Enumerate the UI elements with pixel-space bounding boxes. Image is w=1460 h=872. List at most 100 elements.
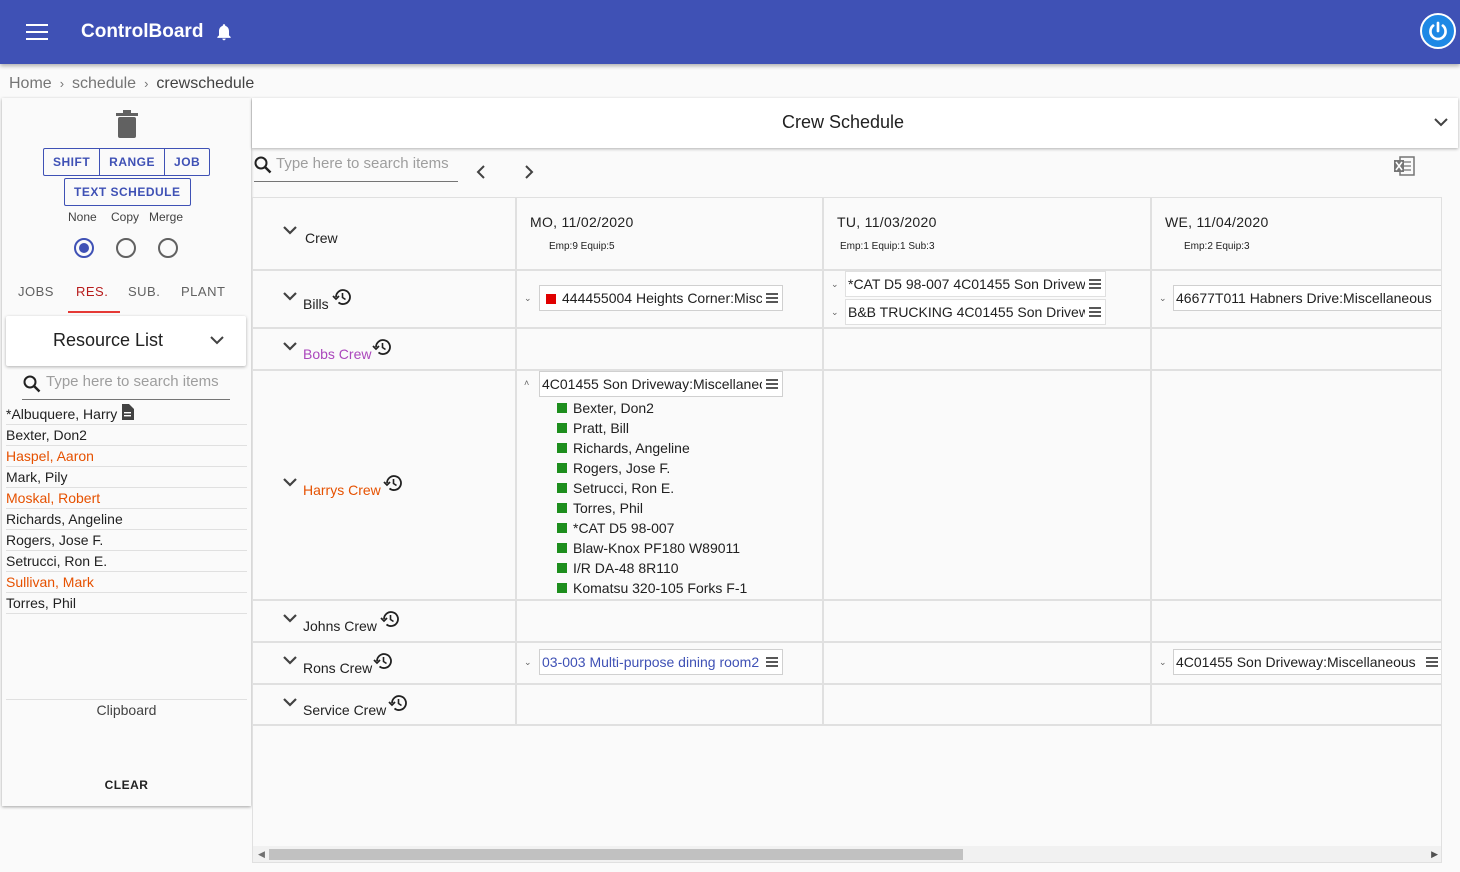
radio-copy[interactable] (116, 238, 136, 258)
list-item[interactable]: Moskal, Robert (6, 488, 247, 509)
job-button[interactable]: JOB (165, 149, 209, 175)
bell-icon[interactable] (214, 22, 234, 42)
assignment-chip[interactable]: 4C01455 Son Driveway:Miscellaneous (539, 371, 783, 397)
text-schedule-button[interactable]: TEXT SCHEDULE (64, 178, 191, 206)
tab-jobs[interactable]: JOBS (18, 284, 54, 299)
divider (1150, 198, 1152, 726)
chevron-small-icon[interactable]: ⌄ (524, 293, 532, 304)
resource-search-input[interactable] (46, 373, 230, 390)
list-item[interactable]: Komatsu 320-105 Forks F-1 (557, 578, 747, 598)
list-item[interactable]: Rogers, Jose F. (557, 458, 747, 478)
hamburger-menu-icon[interactable] (26, 24, 48, 40)
clear-button[interactable]: CLEAR (2, 778, 251, 792)
assignment-chip[interactable]: 4C01455 Son Driveway:Miscellaneous (1173, 649, 1441, 675)
scrollbar-thumb[interactable] (269, 849, 963, 860)
chevron-down-icon[interactable] (283, 342, 297, 351)
list-item[interactable]: Blaw-Knox PF180 W89011 (557, 538, 747, 558)
list-item[interactable]: Mark, Pily (6, 467, 247, 488)
list-item[interactable]: *CAT D5 98-007 (557, 518, 747, 538)
chevron-down-icon[interactable] (283, 614, 297, 623)
history-icon[interactable] (372, 337, 392, 357)
chevron-down-icon[interactable] (283, 292, 297, 301)
divider (515, 198, 517, 726)
resource-list-dropdown[interactable]: Resource List (6, 316, 246, 366)
breadcrumb-schedule[interactable]: schedule (72, 75, 136, 92)
assignment-chip[interactable]: B&B TRUCKING 4C01455 Son Driveway (845, 299, 1106, 325)
chevron-right-icon[interactable] (524, 164, 534, 180)
tab-sub[interactable]: SUB. (128, 284, 160, 299)
chevron-small-icon[interactable]: ⌄ (831, 307, 839, 318)
crew-name-bills[interactable]: Bills (303, 296, 329, 312)
history-icon[interactable] (332, 287, 352, 307)
chevron-down-icon[interactable] (283, 656, 297, 665)
harrys-crew-members: Bexter, Don2 Pratt, Bill Richards, Angel… (557, 398, 747, 598)
assignment-chip[interactable]: *CAT D5 98-007 4C01455 Son Driveway (845, 271, 1106, 297)
list-item[interactable]: Richards, Angeline (6, 509, 247, 530)
list-item[interactable]: Torres, Phil (6, 593, 247, 614)
chevron-down-icon[interactable] (283, 226, 297, 235)
menu-icon[interactable] (762, 372, 782, 396)
menu-icon[interactable] (1085, 272, 1105, 296)
list-item[interactable]: Pratt, Bill (557, 418, 747, 438)
scroll-left-icon[interactable]: ◀ (258, 849, 265, 860)
crew-name-harrys[interactable]: Harrys Crew (303, 482, 381, 498)
chevron-up-small-icon[interactable]: ˄ (524, 378, 529, 388)
chevron-small-icon[interactable]: ⌄ (1159, 657, 1167, 668)
list-item[interactable]: Torres, Phil (557, 498, 747, 518)
menu-icon[interactable] (762, 286, 782, 310)
left-panel: SHIFT RANGE JOB TEXT SCHEDULE None Copy … (2, 98, 251, 806)
history-icon[interactable] (383, 473, 403, 493)
radio-none[interactable] (74, 238, 94, 258)
history-icon[interactable] (373, 651, 393, 671)
chevron-small-icon[interactable]: ⌄ (524, 657, 532, 668)
power-icon[interactable] (1420, 13, 1456, 49)
resource-tabs: JOBS RES. SUB. PLANT (6, 274, 246, 314)
tab-plant[interactable]: PLANT (181, 284, 225, 299)
crew-name-service[interactable]: Service Crew (303, 702, 386, 718)
chevron-left-icon[interactable] (476, 164, 486, 180)
assignment-chip[interactable]: 46677T011 Habners Drive:Miscellaneous (1173, 285, 1441, 311)
resource-people-list: *Albuquere, Harry Bexter, Don2 Haspel, A… (6, 404, 247, 614)
chevron-down-icon[interactable] (283, 478, 297, 487)
list-item[interactable]: Bexter, Don2 (557, 398, 747, 418)
status-marker (546, 294, 556, 304)
chevron-down-icon[interactable] (1434, 118, 1448, 127)
radio-merge[interactable] (158, 238, 178, 258)
chevron-small-icon[interactable]: ⌄ (1159, 293, 1167, 304)
chevron-small-icon[interactable]: ⌄ (831, 279, 839, 290)
breadcrumb-home[interactable]: Home (9, 75, 52, 92)
range-button[interactable]: RANGE (100, 149, 166, 175)
document-icon[interactable] (120, 404, 135, 420)
list-item[interactable]: Bexter, Don2 (6, 425, 247, 446)
excel-export-icon[interactable] (1393, 156, 1415, 176)
crew-schedule-header[interactable]: Crew Schedule (252, 98, 1458, 148)
crew-name-johns[interactable]: Johns Crew (303, 618, 377, 634)
radio-label-none: None (68, 210, 97, 224)
list-item[interactable]: Richards, Angeline (557, 438, 747, 458)
history-icon[interactable] (388, 693, 408, 713)
history-icon[interactable] (380, 609, 400, 629)
list-item[interactable]: Sullivan, Mark (6, 572, 247, 593)
chevron-down-icon[interactable] (283, 698, 297, 707)
menu-icon[interactable] (762, 650, 782, 674)
schedule-search-input[interactable] (276, 155, 456, 172)
menu-icon[interactable] (1085, 300, 1105, 324)
list-item[interactable]: Haspel, Aaron (6, 446, 247, 467)
scroll-right-icon[interactable]: ▶ (1431, 849, 1438, 860)
shift-button[interactable]: SHIFT (44, 149, 101, 175)
crew-name-bobs[interactable]: Bobs Crew (303, 346, 371, 362)
list-item[interactable]: *Albuquere, Harry (6, 404, 247, 425)
menu-icon[interactable] (1422, 650, 1441, 674)
list-item[interactable]: Setrucci, Ron E. (6, 551, 247, 572)
trash-icon[interactable] (116, 110, 138, 138)
assignment-chip[interactable]: 444455004 Heights Corner:Misc (539, 285, 783, 311)
divider (253, 641, 1441, 643)
list-item[interactable]: Setrucci, Ron E. (557, 478, 747, 498)
list-item[interactable]: Rogers, Jose F. (6, 530, 247, 551)
horizontal-scrollbar[interactable]: ◀ ▶ (253, 846, 1441, 862)
assignment-chip[interactable]: 03-003 Multi-purpose dining room2 (539, 649, 783, 675)
list-item[interactable]: I/R DA-48 8R110 (557, 558, 747, 578)
divider (822, 198, 824, 726)
tab-resources[interactable]: RES. (76, 284, 108, 299)
crew-name-rons[interactable]: Rons Crew (303, 660, 372, 676)
